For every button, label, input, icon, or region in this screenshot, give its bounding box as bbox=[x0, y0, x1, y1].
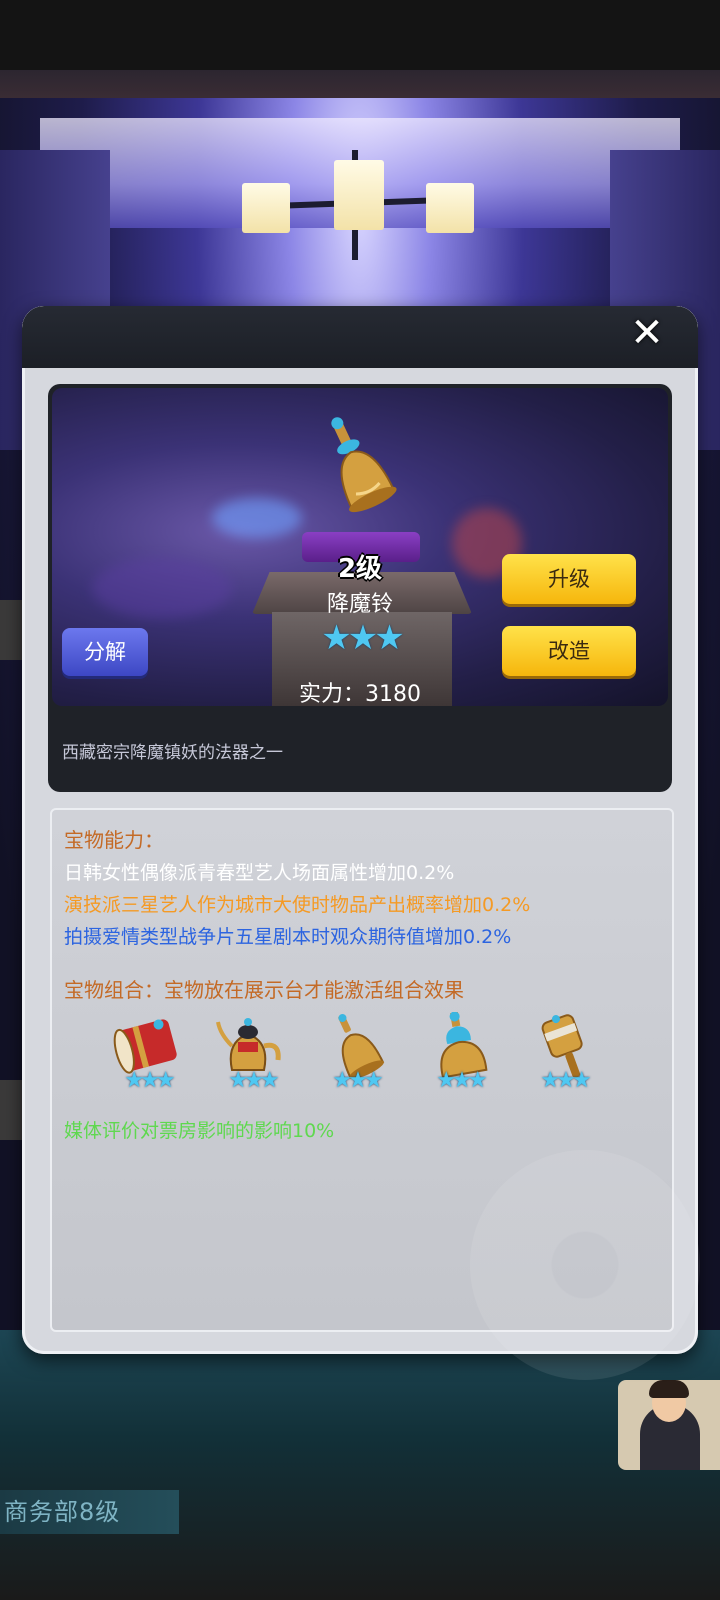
combo-item[interactable]: ★★★ bbox=[108, 1012, 188, 1102]
scene-glow bbox=[212, 498, 302, 538]
combo-item[interactable]: ★★★ bbox=[420, 1011, 500, 1102]
upgrade-button[interactable]: 升级 bbox=[502, 554, 636, 604]
combo-effect-text: 媒体评价对票房影响的影响10% bbox=[64, 1120, 335, 1142]
modify-button[interactable]: 改造 bbox=[502, 626, 636, 676]
department-label: 商务部8级 bbox=[0, 1490, 179, 1534]
treasure-power: 实力：3180 bbox=[299, 682, 421, 707]
ability-line: 拍摄爱情类型战争片五星剧本时观众期待值增加0.2% bbox=[64, 926, 512, 948]
decompose-button[interactable]: 分解 bbox=[62, 628, 148, 676]
treasure-level: 2级 bbox=[337, 554, 383, 584]
game-screen: 商务部8级 ✕ 2级 降魔铃 ★★★ 实力：3180 升级 改造 分解 西藏密宗… bbox=[0, 0, 720, 1600]
panel-header bbox=[22, 306, 698, 368]
combo-title: 宝物组合：宝物放在展示台才能激活组合效果 bbox=[64, 978, 464, 1002]
chandelier-shade bbox=[334, 160, 384, 230]
chandelier-shade bbox=[242, 183, 290, 233]
combo-item[interactable]: ★★★ bbox=[524, 1012, 604, 1102]
scene-glow bbox=[92, 558, 232, 618]
combo-item-stars: ★★★ bbox=[436, 1068, 487, 1093]
ability-line: 日韩女性偶像派青春型艺人场面属性增加0.2% bbox=[64, 862, 455, 884]
top-strip bbox=[0, 70, 720, 98]
ability-line: 演技派三星艺人作为城市大使时物品产出概率增加0.2% bbox=[64, 894, 531, 916]
bell-icon bbox=[331, 417, 397, 513]
avatar-hair bbox=[649, 1380, 689, 1398]
combo-item-stars: ★★★ bbox=[228, 1068, 279, 1093]
side-tab bbox=[0, 1080, 24, 1140]
chandelier-shade bbox=[426, 183, 474, 233]
ability-title: 宝物能力： bbox=[64, 828, 164, 852]
combo-item[interactable]: ★★★ bbox=[212, 1012, 292, 1102]
film-reel-decoration bbox=[470, 1150, 700, 1380]
treasure-name: 降魔铃 bbox=[326, 592, 393, 617]
combo-item[interactable]: ★★★ bbox=[316, 1012, 396, 1102]
combo-item-stars: ★★★ bbox=[332, 1068, 383, 1093]
manager-avatar[interactable] bbox=[618, 1380, 720, 1470]
status-bar bbox=[0, 0, 720, 70]
side-tab bbox=[0, 600, 24, 660]
treasure-description: 西藏密宗降魔镇妖的法器之一 bbox=[62, 743, 283, 763]
close-button[interactable]: ✕ bbox=[626, 312, 668, 354]
combo-item-stars: ★★★ bbox=[540, 1068, 591, 1093]
combo-item-stars: ★★★ bbox=[124, 1068, 175, 1093]
treasure-stars: ★★★ bbox=[321, 618, 404, 658]
